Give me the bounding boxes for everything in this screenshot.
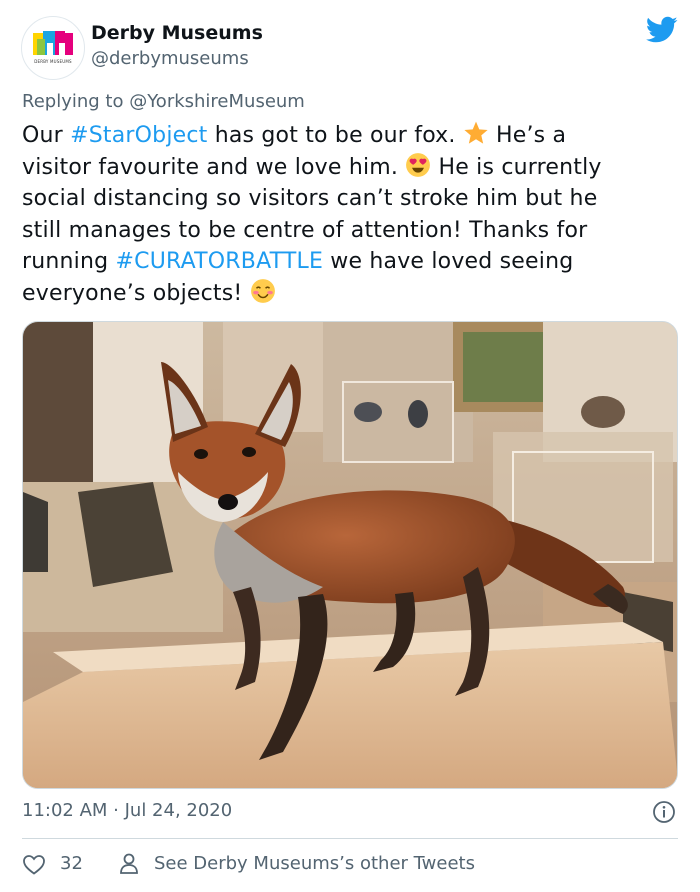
twitter-bird-icon[interactable] xyxy=(646,16,678,44)
derby-museums-logo-icon xyxy=(33,31,73,55)
tweet-timestamp[interactable]: 11:02 AM · Jul 24, 2020 xyxy=(22,800,232,821)
hashtag-link[interactable]: #StarObject xyxy=(70,123,207,148)
tweet-text-segment: has got to be our fox. xyxy=(207,123,463,148)
divider xyxy=(22,838,678,839)
tweet-text-segment: visitor favourite and we love him. xyxy=(22,154,406,180)
tweet-text: Our #StarObject has got to be our fox. H… xyxy=(22,120,672,309)
see-other-tweets-link[interactable]: See Derby Museums’s other Tweets xyxy=(154,853,475,874)
tweet-line: social distancing so visitors can’t stro… xyxy=(22,186,598,211)
tweet-text-segment: Our xyxy=(22,123,71,148)
heart-eyes-emoji xyxy=(406,152,431,177)
author-handle[interactable]: @derbymuseums xyxy=(91,48,249,69)
tweet-text-segment: He is currently xyxy=(431,154,602,180)
reply-mention-link[interactable]: @YorkshireMuseum xyxy=(129,91,305,112)
tweet-line: Our #StarObject has got to be our fox. H… xyxy=(22,120,672,152)
fox-photo xyxy=(23,322,677,788)
heart-outline-icon[interactable] xyxy=(22,853,46,875)
star-emoji xyxy=(464,121,488,144)
tweet-text-segment: everyone’s objects! xyxy=(22,280,250,306)
replying-to: Replying to @YorkshireMuseum xyxy=(22,91,305,112)
smiling-blush-emoji xyxy=(250,278,275,303)
info-icon[interactable] xyxy=(652,800,676,824)
hashtag-link[interactable]: #CURATORBATTLE xyxy=(116,249,324,274)
tweet-text-segment: He’s a xyxy=(488,123,567,148)
tweet-line: everyone’s objects! xyxy=(22,278,672,310)
tweet-card: DERBY MUSEUMS Derby Museums @derbymuseum… xyxy=(0,0,700,892)
replying-to-prefix: Replying to xyxy=(22,91,130,112)
tweet-photo[interactable] xyxy=(22,321,678,789)
avatar-caption: DERBY MUSEUMS xyxy=(34,59,72,64)
tweet-text-segment: we have loved seeing xyxy=(323,249,574,274)
tweet-line: visitor favourite and we love him. He is… xyxy=(22,152,672,184)
tweet-line: still manages to be centre of attention!… xyxy=(22,217,588,243)
like-count[interactable]: 32 xyxy=(60,853,83,874)
author-display-name[interactable]: Derby Museums xyxy=(91,22,263,44)
tweet-line: running #CURATORBATTLE we have loved see… xyxy=(22,246,672,278)
avatar[interactable]: DERBY MUSEUMS xyxy=(21,16,85,80)
person-icon[interactable] xyxy=(118,852,140,876)
tweet-text-segment: running xyxy=(22,249,116,274)
